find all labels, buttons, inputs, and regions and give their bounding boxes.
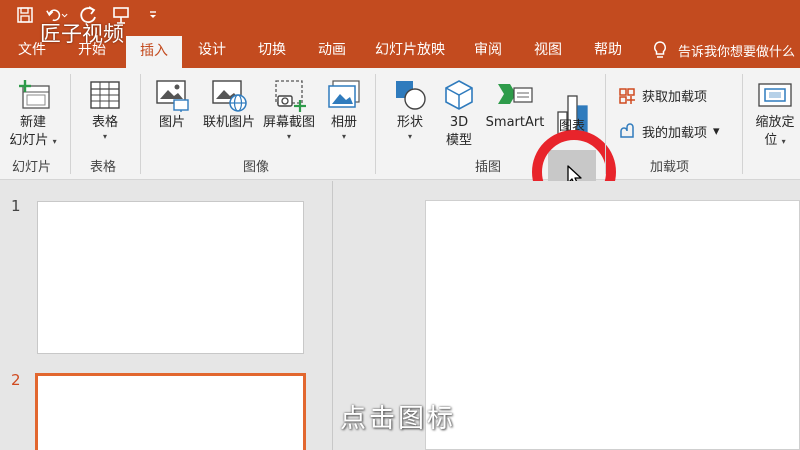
shapes-label: 形状: [396, 115, 423, 130]
video-subtitle: 点击图标: [340, 404, 457, 434]
tell-me-text: 告诉我你想要做什么: [678, 44, 796, 60]
new-slide-label-2: 幻灯片 ▾: [9, 133, 57, 148]
photo-album-icon: [328, 80, 360, 108]
screenshot-button[interactable]: 屏幕截图 ▾: [260, 76, 318, 142]
my-addins-button[interactable]: 我的加载项 ▾: [618, 122, 720, 141]
tab-design[interactable]: 设计: [192, 32, 232, 68]
shapes-icon: [396, 81, 426, 110]
chart-button[interactable]: 图表: [548, 76, 596, 139]
picture-button[interactable]: 图片: [150, 76, 194, 132]
new-slide-icon: [19, 80, 50, 109]
online-picture-label: 联机图片: [202, 115, 255, 130]
tab-help[interactable]: 帮助: [588, 32, 628, 68]
lightbulb-icon: [654, 41, 666, 58]
3d-models-button[interactable]: 3D 模型: [438, 76, 480, 150]
get-addins-button[interactable]: 获取加载项: [618, 86, 707, 105]
zoom-icon: [758, 83, 792, 107]
addins-icon: [620, 122, 634, 138]
group-label-images: 图像: [243, 160, 270, 175]
title-bar: 匠子视频: [0, 0, 800, 46]
slide-thumbnail-1[interactable]: [37, 201, 304, 354]
screenshot-dropdown-icon: ▾: [286, 132, 291, 141]
tell-me-search[interactable]: 告诉我你想要做什么: [652, 32, 795, 68]
group-label-slides: 幻灯片: [12, 160, 52, 175]
my-addins-label: 我的加载项: [642, 126, 708, 141]
slide-number: 1: [11, 197, 21, 215]
save-button[interactable]: [14, 4, 36, 26]
3d-models-label-2: 模型: [445, 133, 472, 148]
tab-animations[interactable]: 动画: [312, 32, 352, 68]
new-slide-label-1: 新建: [19, 115, 46, 130]
get-addins-label: 获取加载项: [642, 90, 708, 105]
tab-review[interactable]: 审阅: [468, 32, 508, 68]
tab-insert[interactable]: 插入: [126, 36, 182, 68]
smartart-icon: [498, 84, 533, 104]
shapes-dropdown-icon: ▾: [407, 132, 412, 141]
smartart-button[interactable]: SmartArt: [484, 76, 546, 132]
cube-icon: [445, 80, 473, 110]
group-separator: [605, 74, 606, 174]
slide-thumbnail-2[interactable]: [35, 373, 306, 450]
table-label: 表格: [91, 115, 118, 130]
customize-dropdown-icon: [150, 11, 156, 18]
online-picture-icon: [212, 80, 247, 112]
tab-view[interactable]: 视图: [528, 32, 568, 68]
my-addins-dropdown-icon: ▾: [713, 124, 720, 139]
screenshot-icon: [275, 80, 306, 112]
new-slide-button[interactable]: 新建 幻灯片 ▾: [4, 76, 62, 150]
table-dropdown-icon: ▾: [102, 132, 107, 141]
photo-album-button[interactable]: 相册 ▾: [322, 76, 366, 142]
screenshot-label: 屏幕截图: [262, 115, 315, 130]
photo-album-dropdown-icon: ▾: [341, 132, 346, 141]
table-button[interactable]: 表格 ▾: [80, 76, 130, 142]
zoom-label-1: 缩放定: [755, 115, 795, 130]
group-label-illustrations: 插图: [475, 160, 502, 175]
save-icon: [17, 7, 33, 23]
zoom-button[interactable]: 缩放定 位 ▾: [750, 76, 800, 150]
group-separator: [742, 74, 743, 174]
ribbon-panel: 新建 幻灯片 ▾ 幻灯片 表格 ▾ 表格 图片 联机图片 屏幕截图 ▾ 相册 ▾…: [0, 68, 800, 220]
slide-number-active: 2: [11, 371, 21, 389]
3d-models-label-1: 3D: [449, 115, 469, 130]
tab-slideshow[interactable]: 幻灯片放映: [372, 32, 448, 68]
group-label-table: 表格: [90, 160, 117, 175]
customize-qat-button[interactable]: [142, 4, 164, 26]
tab-transitions[interactable]: 切换: [252, 32, 292, 68]
group-label-addins: 加载项: [650, 160, 690, 175]
shapes-button[interactable]: 形状 ▾: [388, 76, 432, 142]
online-picture-button[interactable]: 联机图片: [198, 76, 260, 132]
group-separator: [375, 74, 376, 174]
slide-canvas[interactable]: [425, 200, 800, 450]
zoom-label-2: 位 ▾: [764, 133, 786, 148]
table-icon: [90, 81, 120, 109]
group-separator: [70, 74, 71, 174]
smartart-label: SmartArt: [485, 115, 545, 130]
photo-album-label: 相册: [330, 115, 357, 130]
store-icon: [619, 87, 635, 104]
picture-label: 图片: [158, 115, 185, 130]
picture-icon: [156, 80, 189, 112]
group-separator: [140, 74, 141, 174]
watermark-logo: 匠子视频: [40, 22, 124, 46]
